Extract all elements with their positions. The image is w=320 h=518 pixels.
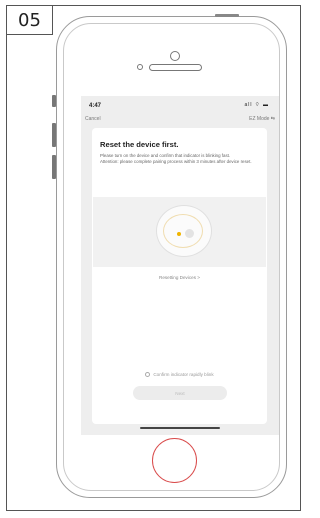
instruction-text: Please turn on the device and confirm th… (100, 153, 262, 165)
signal-wifi-battery-icon: all ⌔ ▬ (244, 102, 269, 108)
status-bar: 4:47 all ⌔ ▬ (81, 96, 279, 114)
confirm-label: Confirm indicator rapidly blink (153, 372, 214, 377)
volume-down-button (52, 155, 56, 179)
front-camera-icon (170, 51, 180, 61)
volume-up-button (52, 123, 56, 147)
earpiece-speaker (149, 64, 202, 71)
home-indicator (140, 427, 220, 429)
blinking-indicator-icon (177, 232, 181, 236)
nav-bar: Cancel EZ Mode ⇆ (81, 114, 279, 126)
next-button[interactable]: Next (133, 386, 227, 400)
checkbox-circle-icon[interactable] (145, 372, 151, 377)
device-illustration (93, 197, 266, 267)
step-number: 05 (7, 6, 53, 35)
mute-switch (52, 95, 56, 107)
power-button (215, 14, 239, 17)
reset-card: Reset the device first. Please turn on t… (92, 128, 267, 424)
device-ring (163, 214, 203, 248)
smart-device-icon (156, 205, 212, 257)
sensor-dot (137, 64, 143, 70)
cancel-button[interactable]: Cancel (85, 116, 101, 122)
confirm-checkbox-row[interactable]: Confirm indicator rapidly blink (92, 372, 267, 377)
status-time: 4:47 (89, 103, 102, 109)
page-title: Reset the device first. (100, 140, 179, 149)
resetting-devices-link[interactable]: Resetting Devices > (92, 275, 267, 280)
attention-line: Attention: please complete pairing proce… (100, 159, 252, 164)
home-button[interactable] (152, 438, 197, 483)
ez-mode-button[interactable]: EZ Mode ⇆ (249, 116, 275, 122)
phone-screen: 4:47 all ⌔ ▬ Cancel EZ Mode ⇆ Reset the … (81, 96, 279, 435)
device-button-icon (185, 229, 194, 238)
